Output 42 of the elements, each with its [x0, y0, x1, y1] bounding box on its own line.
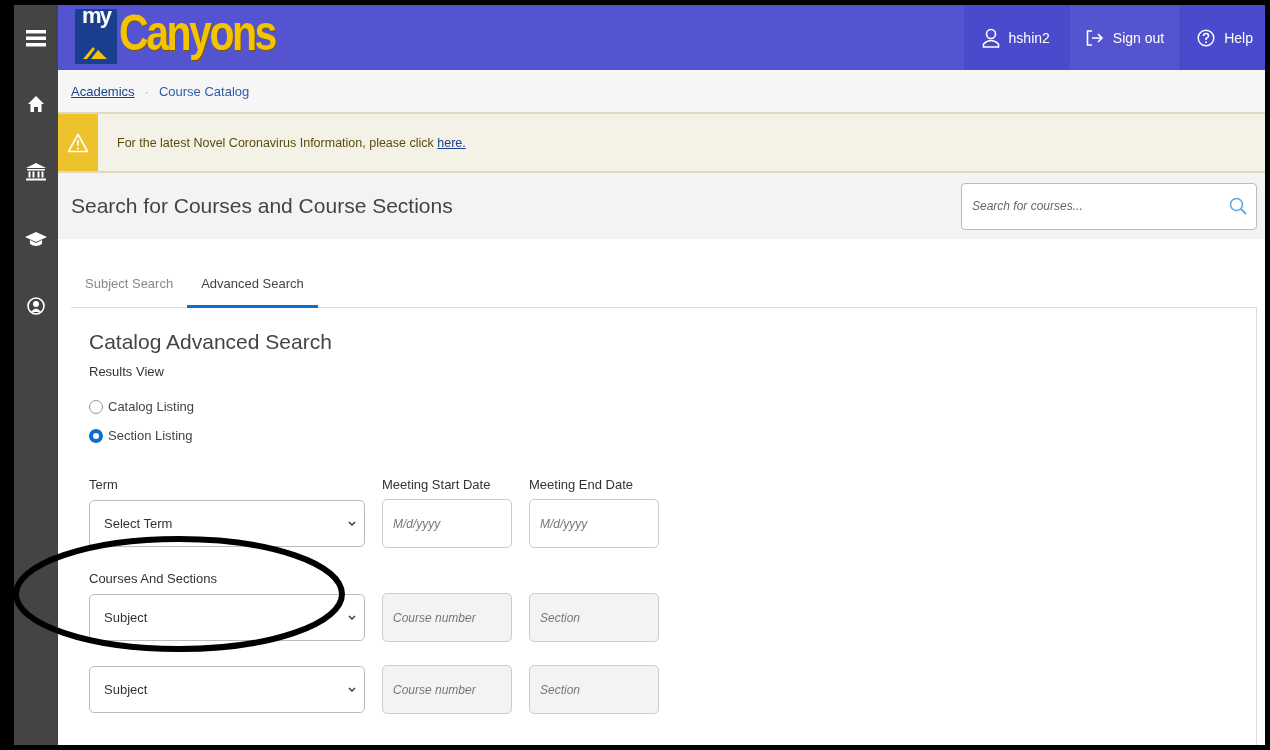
logo-prefix: my: [82, 5, 110, 27]
chevron-down-icon: [348, 615, 356, 620]
search-field[interactable]: Search for courses...: [961, 182, 1257, 230]
date-field[interactable]: M/d/yyyy: [529, 499, 659, 548]
radio-label: Section Listing: [108, 428, 193, 443]
field-label: Meeting End Date: [529, 477, 635, 492]
alert-message: For the latest Novel Coronavirus Information, please click here.: [117, 135, 466, 150]
help-icon: [1197, 28, 1216, 47]
chevron-down-icon: [348, 521, 356, 526]
date-field[interactable]: M/d/yyyy: [382, 499, 512, 548]
breadcrumb-link[interactable]: Academics: [71, 83, 135, 99]
help-button[interactable]: Help: [1180, 5, 1265, 70]
radio-button[interactable]: [89, 428, 103, 443]
field-label: Courses And Sections: [89, 571, 218, 586]
radio-label: Catalog Listing: [108, 399, 194, 414]
user-circle-icon[interactable]: [27, 297, 45, 315]
subject-select[interactable]: Subject: [89, 594, 365, 641]
institution-icon[interactable]: [26, 163, 46, 181]
user-menu-button[interactable]: hshin2: [963, 5, 1070, 70]
field-label: Term: [89, 477, 119, 492]
subject-select[interactable]: Subject: [89, 666, 365, 713]
field-label: Meeting Start Date: [382, 477, 492, 492]
alert-link[interactable]: here.: [437, 135, 466, 150]
chevron-down-icon: [348, 687, 356, 692]
sign-out-icon: [1085, 29, 1104, 46]
user-icon: [981, 27, 1000, 48]
term-select[interactable]: Select Term: [89, 500, 365, 547]
sign-out-button[interactable]: Sign out: [1069, 5, 1181, 70]
section-title: Catalog Advanced Search: [89, 330, 333, 354]
radio-button[interactable]: [89, 399, 103, 414]
warning-icon: [67, 132, 89, 153]
breadcrumb-current: Course Catalog: [158, 83, 250, 99]
logo-wordmark: Canyons: [119, 8, 275, 58]
search-icon[interactable]: [1229, 196, 1247, 215]
tab[interactable]: Subject Search: [71, 261, 188, 308]
graduation-cap-icon[interactable]: [25, 231, 47, 247]
tab[interactable]: Advanced Search: [187, 261, 318, 308]
menu-icon[interactable]: [26, 29, 46, 47]
field-label: Results View: [89, 364, 165, 379]
breadcrumb-separator: ·: [144, 83, 149, 99]
page-title: Search for Courses and Course Sections: [71, 194, 453, 218]
home-icon[interactable]: [27, 95, 45, 113]
